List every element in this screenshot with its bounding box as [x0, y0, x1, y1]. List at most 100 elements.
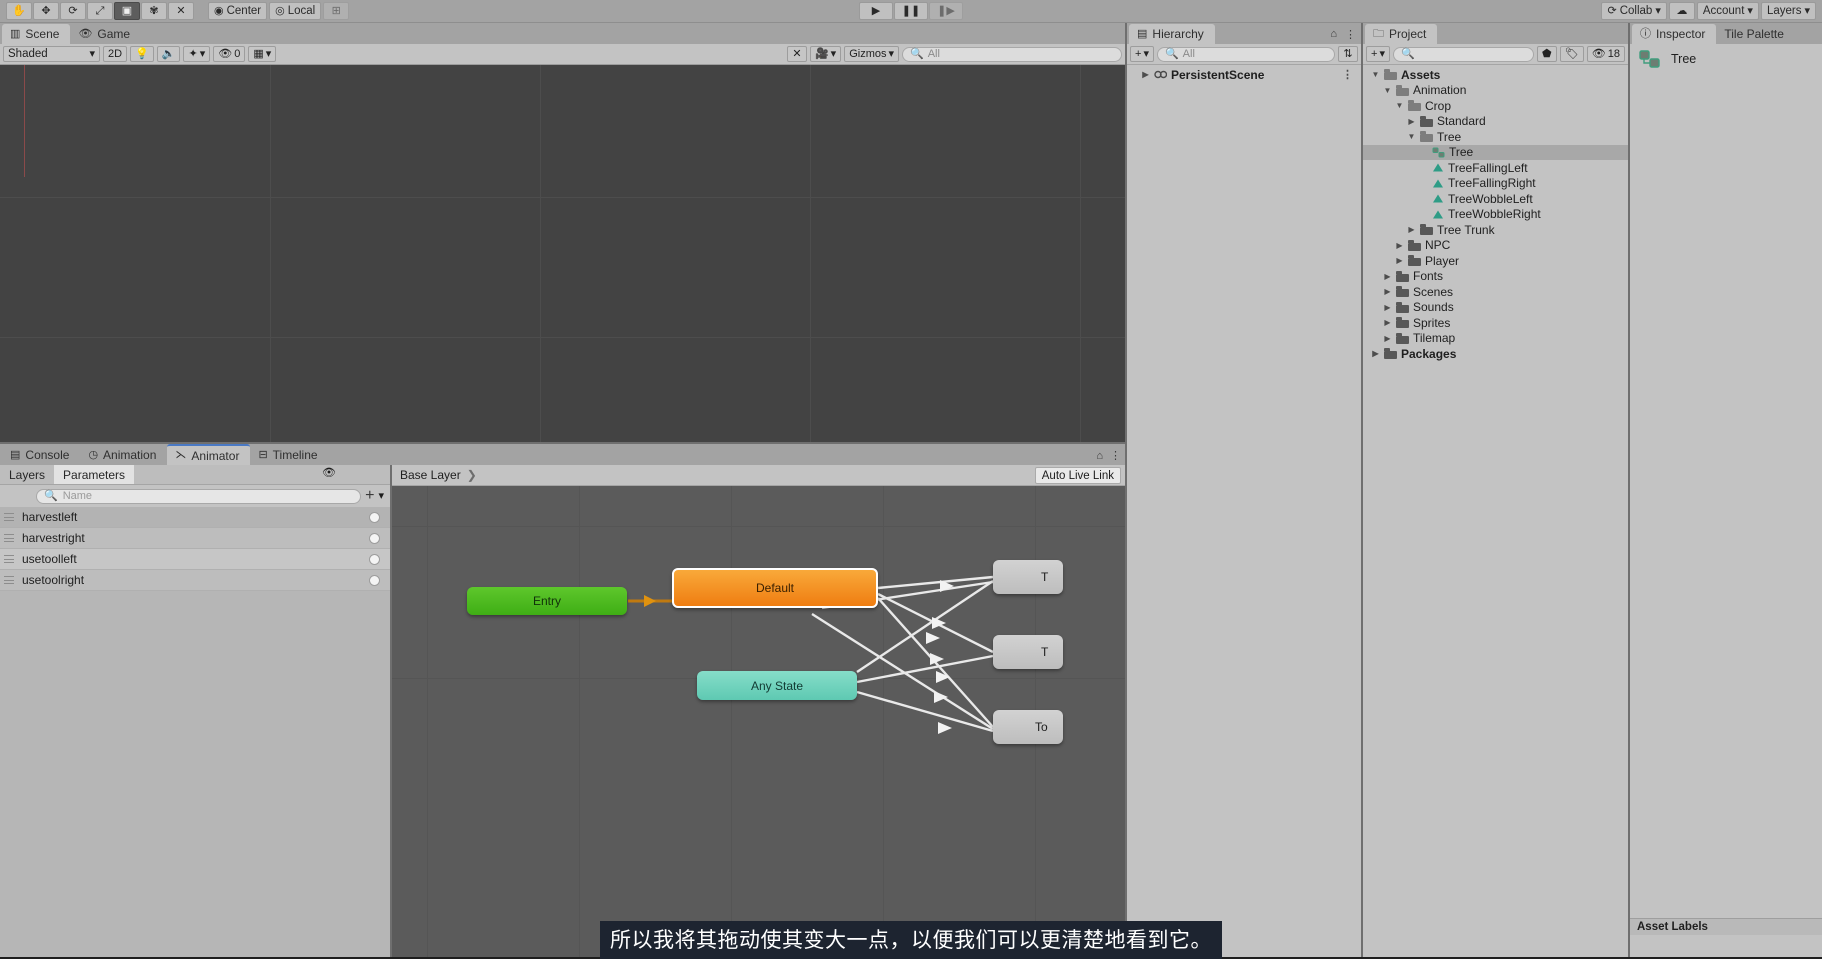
cloud-button[interactable]: ☁	[1668, 2, 1695, 20]
tab-console[interactable]: ▤ Console	[2, 445, 81, 465]
lock-icon[interactable]: ⌂	[1330, 28, 1337, 41]
tab-animator[interactable]: ⋋ Animator	[167, 444, 251, 465]
tab-parameters[interactable]: Parameters	[54, 465, 135, 484]
tab-animation[interactable]: ◷ Animation	[80, 445, 168, 465]
project-item-treewobbleright[interactable]: ▶ TreeWobbleRight	[1363, 207, 1628, 223]
chevron-down-icon[interactable]: ▼	[1371, 70, 1380, 79]
project-item-scenes[interactable]: ▶ Scenes	[1363, 284, 1628, 300]
state-node-any-state[interactable]: Any State	[697, 671, 857, 700]
step-button[interactable]: ❚▶	[929, 2, 963, 20]
tab-game[interactable]: 👁 Game	[70, 24, 142, 44]
project-item-crop[interactable]: ▼ Crop	[1363, 98, 1628, 114]
shading-mode-dropdown[interactable]: Shaded ▾	[3, 46, 100, 62]
chevron-right-icon[interactable]: ▶	[1383, 318, 1392, 327]
chevron-right-icon[interactable]: ▶	[1395, 256, 1404, 265]
auto-live-link-button[interactable]: Auto Live Link	[1034, 467, 1121, 484]
effects-dropdown[interactable]: ✦ ▾	[183, 46, 211, 62]
project-item-player[interactable]: ▶ Player	[1363, 253, 1628, 269]
tab-scene[interactable]: ▥ Scene	[2, 24, 71, 44]
chevron-down-icon[interactable]: ▼	[1407, 132, 1416, 141]
pivot-rotation-button[interactable]: ◎ Local	[269, 2, 322, 20]
project-item-animation[interactable]: ▼ Animation	[1363, 83, 1628, 99]
parameter-row-harvestleft[interactable]: harvestleft	[0, 507, 390, 528]
transform-tool-button[interactable]: ✾	[141, 2, 167, 20]
tab-timeline[interactable]: ⊟ Timeline	[250, 445, 329, 465]
custom-tool-button[interactable]: ✕	[168, 2, 194, 20]
hierarchy-sort-button[interactable]: ⇅	[1338, 46, 1358, 62]
project-item-standard[interactable]: ▶ Standard	[1363, 114, 1628, 130]
state-node-3[interactable]: To	[993, 710, 1063, 744]
project-hidden-count[interactable]: 👁 18	[1586, 46, 1625, 62]
tab-layers[interactable]: Layers	[0, 465, 54, 484]
chevron-right-icon[interactable]: ▶	[1383, 287, 1392, 296]
chevron-right-icon[interactable]: ▶	[1407, 225, 1416, 234]
project-item-sprites[interactable]: ▶ Sprites	[1363, 315, 1628, 331]
drag-handle-icon[interactable]	[4, 513, 14, 521]
scene-camera-dropdown[interactable]: 🎥 ▾	[809, 46, 842, 62]
toggle-2d-button[interactable]: 2D	[103, 46, 128, 62]
project-item-tilemap[interactable]: ▶ Tilemap	[1363, 331, 1628, 347]
asset-labels-body[interactable]	[1630, 935, 1822, 957]
project-item-tree[interactable]: ▼ Tree	[1363, 129, 1628, 145]
chevron-right-icon[interactable]: ▶	[1141, 70, 1150, 79]
scene-viewport[interactable]	[0, 65, 1125, 442]
kebab-menu-icon[interactable]: ⋮	[1345, 28, 1356, 41]
toggle-lighting-button[interactable]: 💡	[130, 46, 154, 62]
kebab-menu-icon[interactable]: ⋮	[1110, 449, 1121, 462]
project-add-button[interactable]: + ▾	[1366, 46, 1390, 62]
chevron-right-icon[interactable]: ▶	[1383, 334, 1392, 343]
drag-handle-icon[interactable]	[4, 555, 14, 563]
hidden-objects-button[interactable]: 👁 0	[213, 46, 246, 62]
project-item-sounds[interactable]: ▶ Sounds	[1363, 300, 1628, 316]
scene-grid-dropdown[interactable]: ▦ ▾	[248, 46, 277, 62]
trigger-toggle[interactable]	[369, 553, 380, 565]
drag-handle-icon[interactable]	[4, 576, 14, 584]
project-item-packages[interactable]: ▶ Packages	[1363, 346, 1628, 362]
layers-button[interactable]: Layers ▾	[1760, 2, 1816, 20]
rect-tool-button[interactable]: ▣	[114, 2, 140, 20]
move-tool-button[interactable]: ✥	[33, 2, 59, 20]
hierarchy-tree[interactable]: ▶ PersistentScene ⋮	[1127, 65, 1361, 957]
trigger-toggle[interactable]	[369, 511, 380, 523]
project-item-tree-trunk[interactable]: ▶ Tree Trunk	[1363, 222, 1628, 238]
hierarchy-add-button[interactable]: + ▾	[1130, 46, 1154, 62]
state-node-1[interactable]: T	[993, 560, 1063, 594]
tab-hierarchy[interactable]: ▤ Hierarchy	[1129, 24, 1215, 44]
project-item-fonts[interactable]: ▶ Fonts	[1363, 269, 1628, 285]
scene-tools-button[interactable]: ✕	[786, 46, 807, 62]
project-search-input[interactable]: 🔍	[1392, 46, 1534, 62]
add-parameter-button[interactable]: +	[365, 488, 374, 504]
tab-project[interactable]: 🗀 Project	[1365, 24, 1438, 44]
layer-visibility-icon[interactable]: 👁	[322, 468, 336, 479]
lock-icon[interactable]: ⌂	[1096, 450, 1103, 462]
chevron-right-icon[interactable]: ▶	[1383, 272, 1392, 281]
pivot-mode-button[interactable]: ◉ Center	[208, 2, 268, 20]
breadcrumb-base-layer[interactable]: Base Layer	[400, 468, 461, 482]
toggle-audio-button[interactable]: 🔈	[156, 46, 181, 62]
project-item-treefallingleft[interactable]: ▶ TreeFallingLeft	[1363, 160, 1628, 176]
project-item-tree[interactable]: ▶ Tree	[1363, 144, 1628, 160]
rotate-tool-button[interactable]: ⟳	[60, 2, 86, 20]
scale-tool-button[interactable]: ⤢	[87, 2, 113, 20]
kebab-menu-icon[interactable]: ⋮	[1342, 68, 1361, 81]
state-node-default[interactable]: Default	[672, 568, 878, 608]
project-label-button[interactable]: 🏷	[1559, 46, 1584, 62]
drag-handle-icon[interactable]	[4, 534, 14, 542]
parameter-row-usetoolright[interactable]: usetoolright	[0, 570, 390, 591]
hierarchy-search-input[interactable]: 🔍 All	[1156, 46, 1335, 62]
project-item-assets[interactable]: ▼ Assets	[1363, 67, 1628, 83]
state-node-2[interactable]: T	[993, 635, 1063, 669]
play-button[interactable]: ▶	[859, 2, 893, 20]
trigger-toggle[interactable]	[369, 574, 380, 586]
project-item-treewobbleleft[interactable]: ▶ TreeWobbleLeft	[1363, 191, 1628, 207]
chevron-right-icon[interactable]: ▶	[1371, 349, 1380, 358]
chevron-right-icon[interactable]: ▶	[1395, 241, 1404, 250]
chevron-right-icon[interactable]: ▶	[1407, 117, 1416, 126]
grid-snap-button[interactable]: ⊞	[323, 2, 350, 20]
asset-labels-header[interactable]: Asset Labels	[1630, 918, 1822, 935]
project-tree[interactable]: ▼ Assets ▼ Animation ▼ Crop ▶ Standard ▼ Tree ▶ Tre…	[1363, 65, 1628, 957]
pause-button[interactable]: ❚❚	[894, 2, 928, 20]
project-item-npc[interactable]: ▶ NPC	[1363, 238, 1628, 254]
scene-search-input[interactable]: 🔍 All	[902, 46, 1122, 62]
parameter-row-harvestright[interactable]: harvestright	[0, 528, 390, 549]
